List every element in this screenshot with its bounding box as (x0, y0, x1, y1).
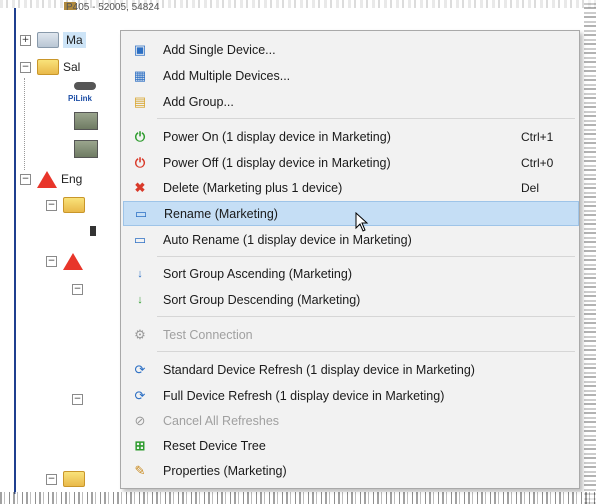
menu-shortcut: Ctrl+1 (521, 129, 554, 144)
power-on-icon: ⏻ (134, 128, 146, 144)
folder-icon (37, 59, 59, 75)
menu-item-add-single-device[interactable]: ▣ Add Single Device... (123, 37, 577, 62)
collapse-toggle[interactable]: − (46, 473, 57, 485)
menu-item-properties[interactable]: ✎ Properties (Marketing) (123, 458, 577, 483)
power-off-icon: ⏻ (134, 154, 146, 170)
menu-item-label: Add Multiple Devices... (163, 68, 291, 83)
properties-icon: ✎ (134, 462, 146, 478)
menu-item-label: Power On (1 display device in Marketing) (163, 129, 391, 144)
menu-item-label: Delete (Marketing plus 1 device) (163, 180, 343, 195)
menu-separator (157, 118, 575, 119)
menu-item-label: Properties (Marketing) (163, 463, 287, 478)
menu-shortcut: Del (521, 180, 540, 195)
tree-node-sales[interactable]: − Sal (20, 56, 80, 78)
tree-node-subgroup[interactable]: − (46, 194, 89, 216)
full-refresh-icon: ⟳ (134, 387, 146, 403)
add-group-icon: ▤ (133, 93, 147, 109)
menu-item-label: Full Device Refresh (1 display device in… (163, 388, 445, 403)
menu-item-label: Power Off (1 display device in Marketing… (163, 155, 391, 170)
menu-item-cancel-all-refreshes[interactable]: ⊘ Cancel All Refreshes (123, 408, 577, 433)
menu-item-sort-ascending[interactable]: ↓ Sort Group Ascending (Marketing) (123, 261, 577, 286)
tree-line (24, 78, 25, 170)
sort-descending-icon: ↓ (137, 293, 143, 306)
tree-node-nested[interactable]: − (72, 388, 89, 410)
collapse-toggle[interactable]: − (72, 283, 83, 295)
menu-item-label: Auto Rename (1 display device in Marketi… (163, 232, 412, 247)
standard-refresh-icon: ⟳ (134, 361, 146, 377)
torn-edge-bottom (0, 492, 596, 504)
menu-item-rename[interactable]: ▭ Rename (Marketing) (123, 201, 579, 226)
menu-item-label: Test Connection (163, 327, 253, 342)
menu-item-add-group[interactable]: ▤ Add Group... (123, 89, 577, 114)
menu-item-label: Rename (Marketing) (164, 206, 278, 221)
tree-node-label: Eng (61, 172, 83, 186)
tree-node-label: Ma (63, 32, 86, 48)
folder-icon (63, 471, 85, 487)
menu-item-test-connection[interactable]: ⚙ Test Connection (123, 322, 577, 347)
torn-edge-right (584, 0, 596, 504)
add-device-icon: ▣ (133, 41, 147, 57)
folder-icon (63, 197, 85, 213)
folder-icon (37, 32, 59, 48)
tree-node-nested[interactable]: − (72, 278, 89, 300)
display-device-icon[interactable] (74, 112, 98, 130)
menu-item-standard-device-refresh[interactable]: ⟳ Standard Device Refresh (1 display dev… (123, 357, 577, 382)
menu-item-auto-rename[interactable]: ▭ Auto Rename (1 display device in Marke… (123, 227, 577, 252)
warning-icon (63, 252, 83, 270)
menu-separator (157, 316, 575, 317)
menu-item-power-on[interactable]: ⏻ Power On (1 display device in Marketin… (123, 124, 577, 149)
tree-node-marketing[interactable]: + Ma (20, 29, 86, 51)
menu-item-label: Standard Device Refresh (1 display devic… (163, 362, 475, 377)
delete-icon: ✖ (134, 179, 146, 195)
pilink-label: PiLink (68, 94, 93, 103)
window-frame (0, 0, 16, 494)
menu-item-sort-descending[interactable]: ↓ Sort Group Descending (Marketing) (123, 287, 577, 312)
collapse-toggle[interactable]: − (20, 173, 31, 185)
menu-item-label: Sort Group Ascending (Marketing) (163, 266, 352, 281)
add-multiple-devices-icon: ▦ (133, 67, 147, 83)
sort-ascending-icon: ↓ (137, 267, 143, 280)
collapse-toggle[interactable]: − (46, 255, 57, 267)
display-device-icon[interactable] (74, 140, 98, 158)
menu-separator (157, 256, 575, 257)
rename-icon: ▭ (134, 205, 148, 221)
context-menu: ▣ Add Single Device... ▦ Add Multiple De… (120, 30, 580, 489)
mouse-cursor-icon (355, 212, 369, 232)
collapse-toggle[interactable]: − (72, 393, 83, 405)
tree-node-engineering[interactable]: − Eng (20, 168, 82, 190)
test-connection-icon: ⚙ (134, 326, 146, 342)
menu-separator (157, 351, 575, 352)
collapse-toggle[interactable]: − (20, 61, 31, 73)
menu-item-reset-device-tree[interactable]: ⊞ Reset Device Tree (123, 433, 577, 458)
menu-item-label: Add Single Device... (163, 42, 276, 57)
menu-item-label: Reset Device Tree (163, 438, 266, 453)
expand-toggle[interactable]: + (20, 34, 31, 46)
device-icon (90, 226, 96, 236)
tree-node-warning-group[interactable]: − (46, 250, 87, 272)
menu-item-label: Sort Group Descending (Marketing) (163, 292, 361, 307)
menu-item-label: Add Group... (163, 94, 234, 109)
auto-rename-icon: ▭ (133, 231, 147, 247)
cancel-refresh-icon: ⊘ (134, 412, 146, 428)
reset-tree-icon: ⊞ (134, 437, 146, 453)
collapse-toggle[interactable]: − (46, 199, 57, 211)
menu-item-add-multiple-devices[interactable]: ▦ Add Multiple Devices... (123, 63, 577, 88)
menu-item-label: Cancel All Refreshes (163, 413, 280, 428)
warning-icon (37, 170, 57, 188)
menu-item-delete[interactable]: ✖ Delete (Marketing plus 1 device) Del (123, 175, 577, 200)
tree-node-collapsed[interactable]: − (46, 468, 89, 490)
menu-item-full-device-refresh[interactable]: ⟳ Full Device Refresh (1 display device … (123, 383, 577, 408)
menu-shortcut: Ctrl+0 (521, 155, 554, 170)
projector-icon (74, 82, 96, 90)
menu-item-power-off[interactable]: ⏻ Power Off (1 display device in Marketi… (123, 150, 577, 175)
tree-node-label: Sal (63, 60, 81, 74)
